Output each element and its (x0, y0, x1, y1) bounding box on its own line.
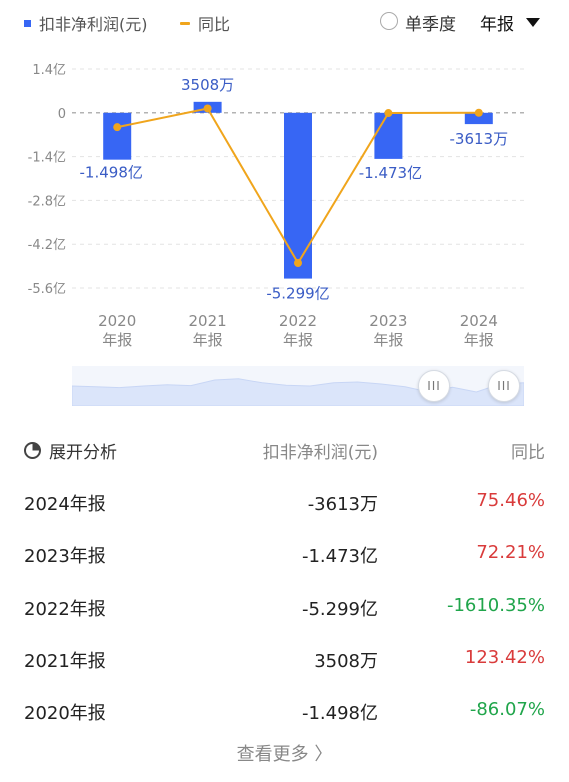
row-period: 2024年报 (24, 494, 106, 515)
y-tick-label: 1.4亿 (32, 63, 66, 78)
row-period: 2023年报 (24, 546, 106, 568)
x-tick-label: 年报 (102, 331, 132, 349)
bar-value-label: -1.473亿 (359, 164, 422, 182)
table-row[interactable]: 2022年报 -5.299亿 -1610.35% (0, 581, 569, 633)
yoy-point (294, 259, 302, 268)
expand-analysis-button[interactable]: 展开分析 (24, 438, 117, 463)
row-yoy: 75.46% (476, 490, 545, 511)
table-header: 展开分析 扣非净利润(元) 同比 (0, 424, 569, 476)
period-selected-label: 年报 (480, 15, 514, 35)
x-tick-label: 年报 (283, 331, 313, 349)
yoy-point (113, 123, 122, 132)
row-value: -1.473亿 (301, 546, 378, 568)
bar-value-label: -5.299亿 (266, 285, 329, 303)
table-row[interactable]: 2023年报 -1.473亿 72.21% (0, 528, 569, 580)
bar (374, 112, 403, 159)
row-yoy: 123.42% (464, 646, 545, 668)
table-row[interactable]: 2021年报 3508万 123.42% (0, 633, 569, 685)
chevron-down-icon (526, 18, 540, 27)
y-tick-label: -2.8亿 (28, 194, 66, 209)
legend-line-swatch (180, 21, 190, 25)
range-slider-preview (72, 366, 524, 406)
x-tick-label: 2021 (189, 312, 227, 330)
x-tick-label: 2024 (460, 312, 498, 330)
chart-header: 扣非净利润(元) 同比 单季度 年报 (0, 0, 569, 44)
row-value: -3613万 (307, 494, 378, 515)
x-tick-label: 2020 (98, 312, 136, 330)
row-value: -1.498亿 (301, 703, 378, 725)
legend-bar-label: 扣非净利润(元) (39, 15, 148, 34)
range-handle-left[interactable]: III (418, 370, 450, 402)
data-table: 展开分析 扣非净利润(元) 同比 2024年报 -3613万 75.46% 2023年… (0, 424, 569, 737)
quarter-radio[interactable] (380, 12, 398, 30)
table-row[interactable]: 2020年报 -1.498亿 -86.07% (0, 685, 569, 737)
range-handle-right[interactable]: III (488, 370, 520, 402)
legend-bar-item[interactable]: 扣非净利润(元) (24, 11, 148, 35)
legend-line-label: 同比 (198, 15, 231, 34)
legend-bar-swatch (24, 19, 31, 27)
pie-chart-icon (24, 442, 41, 459)
x-tick-label: 2023 (369, 312, 407, 330)
bar (103, 112, 132, 160)
y-tick-label: -5.6亿 (28, 282, 66, 297)
yoy-point (384, 109, 393, 118)
yoy-point (474, 108, 483, 117)
row-value: -5.299亿 (301, 598, 378, 620)
bar-value-label: -1.498亿 (80, 164, 143, 182)
bar-value-label: 3508万 (181, 76, 234, 94)
row-period: 2020年报 (24, 703, 106, 725)
x-tick-label: 年报 (373, 331, 403, 349)
y-tick-label: -1.4亿 (28, 151, 66, 166)
x-tick-label: 年报 (193, 331, 223, 349)
row-yoy: 72.21% (476, 542, 545, 564)
legend-line-item[interactable]: 同比 (180, 11, 230, 35)
quarter-option-label[interactable]: 单季度 (405, 10, 456, 35)
row-value: 3508万 (314, 650, 378, 672)
expand-analysis-label: 展开分析 (49, 443, 117, 463)
x-tick-label: 2022 (279, 312, 317, 330)
row-period: 2021年报 (24, 650, 106, 672)
range-slider[interactable]: III III (72, 366, 524, 406)
column-header-value: 扣非净利润(元) (262, 443, 378, 463)
x-tick-label: 年报 (464, 331, 494, 349)
table-row[interactable]: 2024年报 -3613万 75.46% (0, 476, 569, 528)
row-period: 2022年报 (24, 598, 106, 620)
view-more-link[interactable]: 查看更多 〉 (0, 740, 569, 766)
bar-value-label: -3613万 (450, 130, 509, 148)
profit-chart: 1.4亿 0 -1.4亿 -2.8亿 -4.2亿 -5.6亿 -1.498亿 3508万 -5.… (28, 63, 524, 349)
bar (284, 112, 312, 279)
column-header-yoy: 同比 (511, 443, 545, 463)
period-dropdown[interactable]: 年报 (480, 10, 540, 35)
y-tick-label: 0 (58, 107, 66, 122)
yoy-point (203, 104, 212, 113)
row-yoy: -86.07% (469, 699, 545, 721)
row-yoy: -1610.35% (446, 594, 545, 616)
y-tick-label: -4.2亿 (28, 238, 66, 253)
